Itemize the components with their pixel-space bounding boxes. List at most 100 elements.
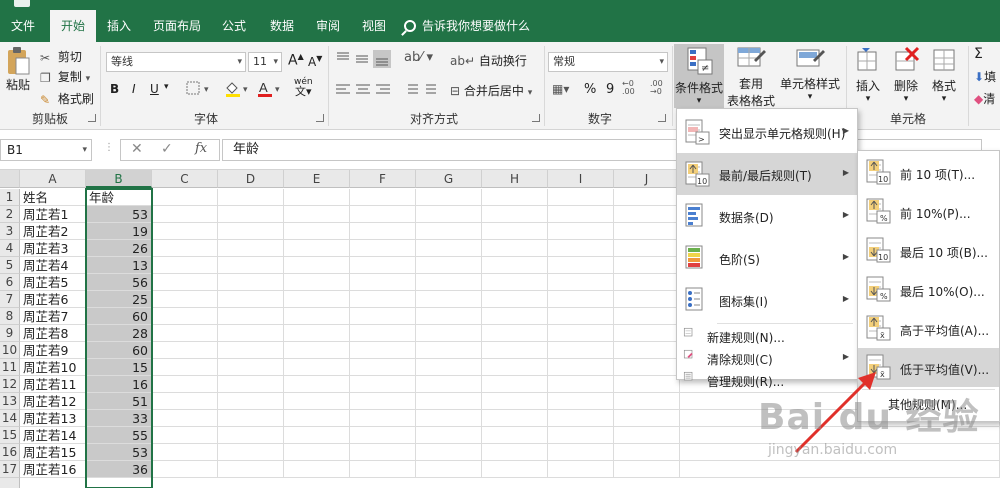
cell-f1[interactable] (350, 189, 416, 206)
increase-decimal-button[interactable]: ←0.00 (622, 80, 635, 96)
tab-view[interactable]: 视图 (354, 10, 394, 42)
cell-a1[interactable]: 姓名 (20, 189, 86, 206)
top-bottom-menu-item[interactable]: % 最后 10%(O)... (858, 270, 999, 309)
cell-c7[interactable] (152, 291, 218, 308)
top-bottom-menu-item[interactable]: x̄ 低于平均值(V)... (858, 348, 999, 387)
cell-d9[interactable] (218, 325, 284, 342)
cell-f13[interactable] (350, 393, 416, 410)
cell-f6[interactable] (350, 274, 416, 291)
cell-h13[interactable] (482, 393, 548, 410)
cell-h2[interactable] (482, 206, 548, 223)
cell-c17[interactable] (152, 461, 218, 478)
cell-a14[interactable]: 周芷若13 (20, 410, 86, 427)
cell-b2[interactable]: 53 (86, 206, 152, 223)
cell-a15[interactable]: 周芷若14 (20, 427, 86, 444)
tab-insert[interactable]: 插入 (98, 10, 140, 42)
cell-d12[interactable] (218, 376, 284, 393)
cf-menu-item[interactable]: 图标集(I) ▶ (677, 279, 857, 321)
cf-menu-item[interactable]: 新建规则(N)... (677, 325, 857, 347)
cell-h6[interactable] (482, 274, 548, 291)
cell-c9[interactable] (152, 325, 218, 342)
cell-c14[interactable] (152, 410, 218, 427)
cell-i3[interactable] (548, 223, 614, 240)
cancel-icon[interactable]: ✕ (131, 141, 143, 157)
column-header-e[interactable]: E (284, 170, 350, 188)
cell-j1[interactable] (614, 189, 680, 206)
format-cells-button[interactable]: 格式 ▾ (926, 46, 962, 110)
cell-d14[interactable] (218, 410, 284, 427)
cut-button[interactable]: ✂ 剪切 (40, 48, 82, 65)
insert-cells-button[interactable]: 插入 ▾ (850, 46, 886, 110)
cell-f15[interactable] (350, 427, 416, 444)
cell-i14[interactable] (548, 410, 614, 427)
cell-f14[interactable] (350, 410, 416, 427)
column-header-d[interactable]: D (218, 170, 284, 188)
cell-a17[interactable]: 周芷若16 (20, 461, 86, 478)
cell-g3[interactable] (416, 223, 482, 240)
cell-b13[interactable]: 51 (86, 393, 152, 410)
cell-d7[interactable] (218, 291, 284, 308)
cell-g10[interactable] (416, 342, 482, 359)
cell-g5[interactable] (416, 257, 482, 274)
cell-i17[interactable] (548, 461, 614, 478)
cell-c1[interactable] (152, 189, 218, 206)
cell-g12[interactable] (416, 376, 482, 393)
cell-d6[interactable] (218, 274, 284, 291)
cell-e10[interactable] (284, 342, 350, 359)
row-header[interactable]: 9 (0, 325, 20, 342)
cell-a3[interactable]: 周芷若2 (20, 223, 86, 240)
column-header-c[interactable]: C (152, 170, 218, 188)
cell-g8[interactable] (416, 308, 482, 325)
cell-i1[interactable] (548, 189, 614, 206)
cell-b1[interactable]: 年龄 (86, 189, 152, 206)
cell-i4[interactable] (548, 240, 614, 257)
quick-access-icon[interactable] (14, 0, 30, 7)
cell-g11[interactable] (416, 359, 482, 376)
conditional-formatting-button[interactable]: ≠ 条件格式 ▾ (674, 44, 724, 108)
cell-e17[interactable] (284, 461, 350, 478)
cell-b4[interactable]: 26 (86, 240, 152, 257)
cell-j10[interactable] (614, 342, 680, 359)
cell-c10[interactable] (152, 342, 218, 359)
row-header[interactable]: 15 (0, 427, 20, 444)
cell-j12[interactable] (614, 376, 680, 393)
bold-button[interactable]: B (110, 82, 119, 96)
tab-data[interactable]: 数据 (262, 10, 302, 42)
top-bottom-menu-item[interactable]: x̄ 高于平均值(A)... (858, 309, 999, 348)
cell-e14[interactable] (284, 410, 350, 427)
cell-a7[interactable]: 周芷若6 (20, 291, 86, 308)
cell-h17[interactable] (482, 461, 548, 478)
row-header[interactable]: 3 (0, 223, 20, 240)
cell-b12[interactable]: 16 (86, 376, 152, 393)
cell-i13[interactable] (548, 393, 614, 410)
cell-i12[interactable] (548, 376, 614, 393)
cell-c6[interactable] (152, 274, 218, 291)
cell-h11[interactable] (482, 359, 548, 376)
cell-j16[interactable] (614, 444, 680, 461)
cell-e3[interactable] (284, 223, 350, 240)
cell-b7[interactable]: 25 (86, 291, 152, 308)
cell-b16[interactable]: 53 (86, 444, 152, 461)
format-as-table-button[interactable]: 套用 表格格式 (726, 46, 776, 110)
row-header[interactable]: 14 (0, 410, 20, 427)
copy-button[interactable]: ❐ 复制 ▾ (40, 68, 90, 85)
cf-menu-item[interactable]: 数据条(D) ▶ (677, 195, 857, 237)
cell-c3[interactable] (152, 223, 218, 240)
cell-a16[interactable]: 周芷若15 (20, 444, 86, 461)
cell-i9[interactable] (548, 325, 614, 342)
column-header-j[interactable]: J (614, 170, 680, 188)
row-header[interactable]: 4 (0, 240, 20, 257)
cell-j7[interactable] (614, 291, 680, 308)
tab-formulas[interactable]: 公式 (214, 10, 254, 42)
cell-i8[interactable] (548, 308, 614, 325)
italic-button[interactable]: I (132, 82, 136, 96)
cell-d15[interactable] (218, 427, 284, 444)
cell-f4[interactable] (350, 240, 416, 257)
cell-styles-button[interactable]: 单元格样式 ▾ (778, 46, 842, 110)
select-all-corner[interactable] (0, 170, 20, 188)
cell-c13[interactable] (152, 393, 218, 410)
cell-b17[interactable]: 36 (86, 461, 152, 478)
column-header-a[interactable]: A (20, 170, 86, 188)
tab-file[interactable]: 文件 (0, 10, 46, 42)
cell-a13[interactable]: 周芷若12 (20, 393, 86, 410)
